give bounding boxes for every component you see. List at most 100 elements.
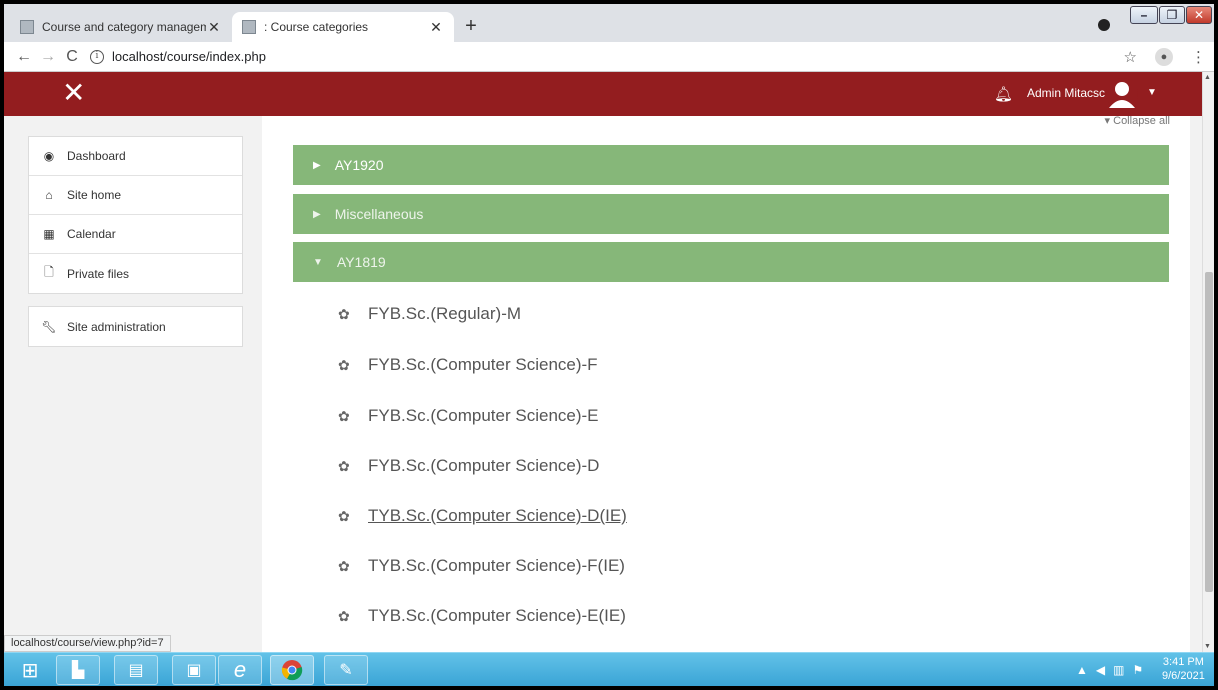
caret-right-icon: ▶ <box>313 159 321 171</box>
course-name: TYB.Sc.(Computer Science)-F(IE) <box>368 556 625 575</box>
tab-title: Course and category manageme <box>42 20 206 34</box>
course-icon: ✿ <box>338 558 350 574</box>
nav-drawer: ◉ Dashboard ⌂ Site home ▦ Calendar 🗋︎ Pr… <box>4 116 262 652</box>
taskbar-clock[interactable]: 3:41 PM 9/6/2021 <box>1162 655 1205 683</box>
sidebar-item-calendar[interactable]: ▦ Calendar <box>29 215 242 254</box>
nav-card: ◉ Dashboard ⌂ Site home ▦ Calendar 🗋︎ Pr… <box>28 136 243 294</box>
course-name: FYB.Sc.(Computer Science)-F <box>368 355 598 374</box>
course-icon: ✿ <box>338 458 350 474</box>
sidebar-item-private-files[interactable]: 🗋︎ Private files <box>29 254 242 293</box>
site-navbar: ✕ 🔔︎ Admin Mitacsc ▼ <box>4 72 1202 116</box>
sidebar-item-label: Private files <box>67 266 130 281</box>
course-name: TYB.Sc.(Computer Science)-D(IE) <box>368 506 627 525</box>
info-icon[interactable]: i <box>90 49 104 64</box>
course-name: TYB.Sc.(Computer Science)-E(IE) <box>368 606 626 625</box>
notepad-icon[interactable]: ✎ <box>324 655 368 685</box>
clock-time: 3:41 PM <box>1162 656 1204 668</box>
chrome-icon[interactable] <box>270 655 314 685</box>
course-link[interactable]: ✿ FYB.Sc.(Computer Science)-F <box>338 355 598 375</box>
speaker-icon[interactable]: ◀ <box>1096 663 1105 677</box>
windows-start-icon[interactable]: ⊞ <box>8 655 52 685</box>
sidebar-item-site-home[interactable]: ⌂ Site home <box>29 176 242 215</box>
address-bar: ← → C i localhost/course/index.php ☆ ● ⋮ <box>4 42 1214 72</box>
url-field[interactable]: i localhost/course/index.php <box>90 49 266 64</box>
scroll-down-icon[interactable]: ▼ <box>1204 643 1211 650</box>
file-icon: 🗋︎ <box>44 265 54 279</box>
sidebar-item-site-administration[interactable]: 🔧︎ Site administration <box>29 307 242 346</box>
new-tab-button[interactable]: + <box>460 16 482 36</box>
network-icon[interactable]: ▥ <box>1113 663 1124 677</box>
system-tray: ▲ ◀ ▥ ⚑ <box>1076 663 1143 677</box>
control-panel-icon[interactable]: ▣ <box>172 655 216 685</box>
close-drawer-icon[interactable]: ✕ <box>62 79 85 107</box>
sidebar-item-label: Calendar <box>67 227 116 241</box>
course-link[interactable]: ✿ TYB.Sc.(Computer Science)-E(IE) <box>338 606 626 626</box>
tab-course-category-management[interactable]: Course and category manageme ✕ <box>10 12 232 42</box>
course-icon: ✿ <box>338 306 350 322</box>
course-link[interactable]: ✿ FYB.Sc.(Regular)-M <box>338 304 521 324</box>
back-arrow-icon[interactable]: ← <box>12 48 36 66</box>
course-name: FYB.Sc.(Computer Science)-D <box>368 456 600 475</box>
category-ay1819[interactable]: ▼ AY1819 <box>293 242 1169 282</box>
profile-icon[interactable]: ● <box>1155 48 1173 66</box>
window-close-button[interactable]: ✕ <box>1186 6 1212 24</box>
action-center-icon[interactable]: ⚑ <box>1132 663 1143 677</box>
caret-down-icon[interactable]: ▼ <box>1147 87 1157 98</box>
sidebar-item-label: Dashboard <box>67 149 126 163</box>
close-tab-icon[interactable]: ✕ <box>428 19 444 36</box>
browser-window: Course and category manageme ✕ : Course … <box>4 4 1214 686</box>
course-icon: ✿ <box>338 508 350 524</box>
course-icon: ✿ <box>338 357 350 373</box>
minimize-button[interactable]: – <box>1130 6 1158 24</box>
clock-date: 9/6/2021 <box>1162 670 1205 682</box>
bell-icon[interactable]: 🔔︎ <box>994 85 1013 103</box>
tab-course-categories[interactable]: : Course categories ✕ <box>232 12 454 42</box>
main-content: ▾ Collapse all ▶ AY1920 ▶ Miscellaneous … <box>262 116 1190 652</box>
category-name: Miscellaneous <box>334 206 424 222</box>
sidebar-item-label: Site administration <box>67 319 166 334</box>
server-manager-icon[interactable]: ▙ <box>56 655 100 685</box>
record-icon <box>1098 19 1110 31</box>
bookmark-star-icon[interactable]: ☆ <box>1124 48 1137 66</box>
tray-expand-icon[interactable]: ▲ <box>1076 663 1088 677</box>
caret-down-icon: ▼ <box>313 256 323 268</box>
course-icon: ✿ <box>338 408 350 424</box>
course-name: FYB.Sc.(Computer Science)-E <box>368 406 599 425</box>
admin-card: 🔧︎ Site administration <box>28 306 243 347</box>
course-link[interactable]: ✿ FYB.Sc.(Computer Science)-E <box>338 406 599 426</box>
scroll-thumb[interactable] <box>1205 272 1213 592</box>
reload-icon[interactable]: C <box>60 48 84 66</box>
home-icon: ⌂ <box>45 188 53 202</box>
status-url: localhost/course/view.php?id=7 <box>4 635 171 652</box>
collapse-all-link[interactable]: ▾ Collapse all <box>1105 116 1170 127</box>
maximize-button[interactable]: ❐ <box>1159 6 1185 24</box>
forward-arrow-icon[interactable]: → <box>36 48 60 66</box>
course-link[interactable]: ✿ TYB.Sc.(Computer Science)-D(IE) <box>338 506 627 526</box>
category-name: AY1819 <box>336 254 386 270</box>
course-link[interactable]: ✿ FYB.Sc.(Computer Science)-D <box>338 456 599 476</box>
dashboard-icon: ◉ <box>43 149 55 163</box>
file-explorer-icon[interactable]: ▤ <box>114 655 158 685</box>
category-ay1920[interactable]: ▶ AY1920 <box>293 145 1169 185</box>
user-avatar-icon[interactable] <box>1106 78 1138 110</box>
tab-bar: Course and category manageme ✕ : Course … <box>4 4 1214 42</box>
menu-kebab-icon[interactable]: ⋮ <box>1191 48 1206 66</box>
category-name: AY1920 <box>334 157 384 173</box>
scroll-up-icon[interactable]: ▲ <box>1204 74 1211 81</box>
page-scrollbar[interactable]: ▲ ▼ <box>1202 72 1214 652</box>
internet-explorer-icon[interactable]: e <box>218 655 262 685</box>
wrench-icon: 🔧︎ <box>41 319 57 334</box>
course-name: FYB.Sc.(Regular)-M <box>368 304 522 323</box>
user-name[interactable]: Admin Mitacsc <box>1027 86 1105 100</box>
close-tab-icon[interactable]: ✕ <box>206 19 222 36</box>
category-miscellaneous[interactable]: ▶ Miscellaneous <box>293 194 1169 234</box>
caret-right-icon: ▶ <box>313 208 321 220</box>
tab-title: : Course categories <box>264 20 369 34</box>
moodle-favicon-icon <box>20 20 34 34</box>
url-text: localhost/course/index.php <box>112 49 266 64</box>
collapse-all-label: Collapse all <box>1113 116 1170 127</box>
sidebar-item-label: Site home <box>67 188 122 202</box>
windows-taskbar: ⊞ ▙ ▤ ▣ e ✎ ▲ ◀ ▥ ⚑ 3:41 PM 9/6/2021 <box>4 652 1214 686</box>
sidebar-item-dashboard[interactable]: ◉ Dashboard <box>29 137 242 176</box>
course-link[interactable]: ✿ TYB.Sc.(Computer Science)-F(IE) <box>338 556 625 576</box>
